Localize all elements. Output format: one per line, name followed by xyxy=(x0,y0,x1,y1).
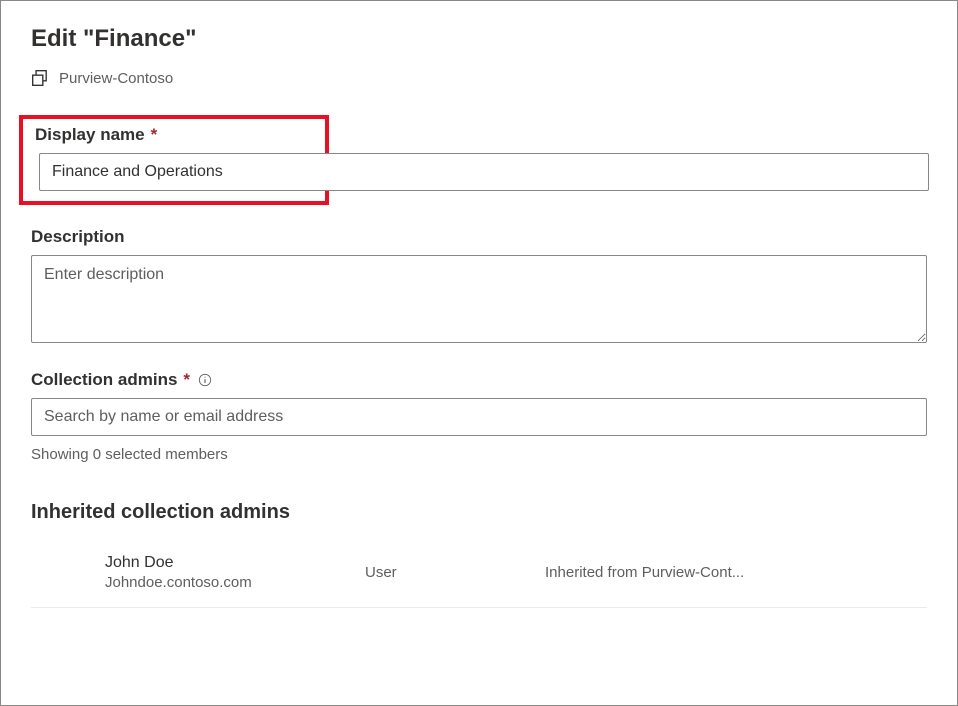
collection-admins-field: Collection admins * Showing 0 selected m… xyxy=(31,370,927,463)
admin-name: John Doe xyxy=(105,554,365,572)
page-title: Edit "Finance" xyxy=(31,25,927,53)
display-name-input[interactable] xyxy=(39,153,929,191)
required-asterisk: * xyxy=(183,370,190,390)
admin-identity: John Doe Johndoe.contoso.com xyxy=(105,554,365,591)
collection-admins-search-input[interactable] xyxy=(31,398,927,436)
admin-email: Johndoe.contoso.com xyxy=(105,574,365,591)
breadcrumb-parent: Purview-Contoso xyxy=(59,70,173,87)
description-label: Description xyxy=(31,227,927,247)
description-label-text: Description xyxy=(31,227,125,247)
table-row: John Doe Johndoe.contoso.com User Inheri… xyxy=(31,544,927,608)
admin-inherited-from: Inherited from Purview-Cont... xyxy=(545,564,744,581)
breadcrumb: Purview-Contoso xyxy=(31,69,927,87)
inherited-admins-heading: Inherited collection admins xyxy=(31,501,927,524)
collection-admins-label: Collection admins * xyxy=(31,370,927,390)
display-name-label: Display name * xyxy=(35,125,317,145)
edit-collection-panel: Edit "Finance" Purview-Contoso Display n… xyxy=(0,0,958,706)
display-name-highlight: Display name * xyxy=(19,115,329,205)
info-icon[interactable] xyxy=(198,373,212,387)
description-input[interactable] xyxy=(31,255,927,343)
display-name-label-text: Display name xyxy=(35,125,145,145)
admin-type: User xyxy=(365,564,545,581)
collection-admins-label-text: Collection admins xyxy=(31,370,177,390)
collection-hierarchy-icon xyxy=(31,69,49,87)
required-asterisk: * xyxy=(151,125,158,145)
selected-members-count: Showing 0 selected members xyxy=(31,446,927,463)
description-field: Description xyxy=(31,227,927,348)
